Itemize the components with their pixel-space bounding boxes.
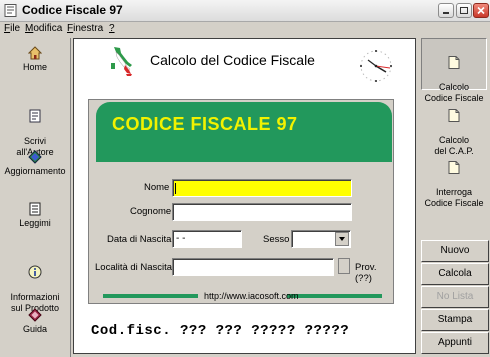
- letter-icon: [29, 109, 41, 123]
- form-title: CODICE FISCALE 97: [112, 114, 298, 134]
- localita-nascita-input[interactable]: [172, 258, 334, 276]
- maximize-icon: [460, 7, 468, 14]
- nuovo-button[interactable]: Nuovo: [421, 240, 489, 262]
- guida-label: Guida: [22, 324, 48, 334]
- interroga-codice-fiscale-label: Interroga Codice Fiscale: [424, 187, 484, 208]
- aggiornamento-label: Aggiornamento: [4, 166, 66, 176]
- guida-button[interactable]: Guida: [0, 308, 70, 335]
- document-icon: [448, 109, 460, 122]
- italy-map-icon: [111, 47, 132, 76]
- home-button[interactable]: Home: [0, 46, 70, 73]
- readme-document-icon: [29, 202, 41, 216]
- app-icon: [4, 4, 17, 17]
- calcolo-codice-fiscale-button[interactable]: Calcolo Codice Fiscale: [421, 38, 487, 103]
- info-icon: [28, 265, 42, 279]
- chevron-down-icon: [339, 237, 345, 241]
- data-nascita-input[interactable]: - -: [172, 230, 242, 248]
- calcolo-cap-button[interactable]: Calcolo del C.A.P.: [421, 98, 487, 156]
- cognome-input[interactable]: [172, 203, 352, 221]
- no-lista-button[interactable]: No Lista: [421, 286, 489, 308]
- nome-label: Nome: [144, 182, 170, 193]
- cognome-label: Cognome: [130, 206, 172, 217]
- prov-label: Prov. (??): [355, 262, 377, 284]
- house-icon: [28, 46, 42, 60]
- website-url: http://www.iacosoft.com: [204, 291, 299, 301]
- scrivi-autore-button[interactable]: Scrivi all'Autore: [0, 98, 70, 158]
- app-window: Codice Fiscale 97 File Modifica Finestra…: [0, 0, 490, 357]
- right-toolbar: Calcolo Codice Fiscale Calcolo del C.A.P…: [419, 38, 490, 357]
- sesso-label: Sesso: [263, 234, 290, 245]
- form-card: CODICE FISCALE 97 Nome Cognome Data di N…: [88, 99, 394, 304]
- minimize-button[interactable]: [438, 3, 454, 18]
- page-title: Calcolo del Codice Fiscale: [150, 52, 315, 68]
- left-toolbar: Home Scrivi all'Autore Aggiornamento: [0, 38, 71, 357]
- document-icon: [448, 56, 460, 69]
- footer-bar-right: [287, 294, 382, 298]
- appunti-button[interactable]: Appunti: [421, 332, 489, 354]
- document-icon: [448, 161, 460, 174]
- data-nascita-value: - -: [176, 233, 186, 244]
- leggimi-label: Leggimi: [19, 218, 51, 228]
- main-pane: Calcolo del Codice Fiscale CODICE FISCAL…: [73, 38, 416, 354]
- nome-input[interactable]: [172, 179, 352, 197]
- title-bar[interactable]: Codice Fiscale 97: [0, 0, 490, 22]
- dropdown-button[interactable]: [335, 232, 349, 246]
- help-book-icon: [28, 308, 42, 322]
- menu-bar: File Modifica Finestra ?: [0, 22, 490, 36]
- menu-modifica[interactable]: Modifica: [25, 23, 62, 34]
- calcola-button[interactable]: Calcola: [421, 263, 489, 285]
- maximize-button[interactable]: [456, 3, 472, 18]
- close-button[interactable]: [473, 3, 489, 18]
- home-label: Home: [22, 62, 47, 72]
- menu-help[interactable]: ?: [109, 23, 115, 34]
- clock-icon: [360, 50, 392, 82]
- update-diamond-icon: [28, 150, 42, 164]
- aggiornamento-button[interactable]: Aggiornamento: [0, 150, 70, 177]
- minimize-icon: [443, 12, 449, 14]
- stampa-button[interactable]: Stampa: [421, 309, 489, 331]
- data-nascita-label: Data di Nascita: [107, 234, 172, 245]
- text-caret: [175, 183, 176, 194]
- codice-fiscale-result: Cod.fisc. ??? ??? ????? ?????: [91, 323, 350, 339]
- close-icon: [477, 6, 485, 15]
- window-title: Codice Fiscale 97: [22, 3, 123, 17]
- informazioni-button[interactable]: Informazioni sul Prodotto: [0, 254, 70, 314]
- footer-bar-left: [103, 294, 198, 298]
- menu-file[interactable]: File: [4, 23, 20, 34]
- leggimi-button[interactable]: Leggimi: [0, 202, 70, 229]
- localita-lookup-button[interactable]: [338, 258, 350, 274]
- interroga-codice-fiscale-button[interactable]: Interroga Codice Fiscale: [421, 150, 487, 208]
- localita-nascita-label: Località di Nascita: [95, 262, 173, 273]
- sesso-select[interactable]: [291, 230, 351, 248]
- menu-finestra[interactable]: Finestra: [67, 23, 103, 34]
- form-header: CODICE FISCALE 97: [96, 102, 392, 162]
